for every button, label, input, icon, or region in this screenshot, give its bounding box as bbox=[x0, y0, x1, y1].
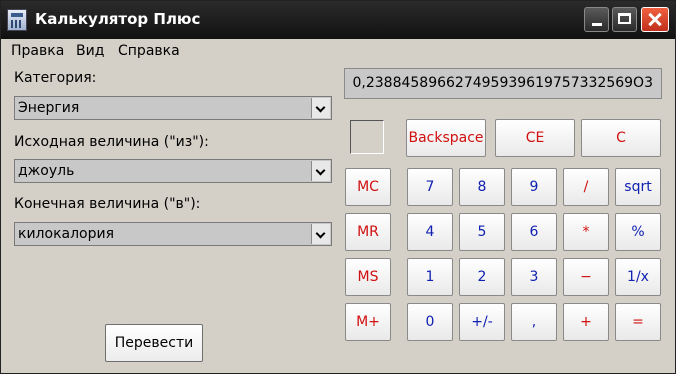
result-display: 0,238845896627495939619757332569O3 bbox=[344, 68, 662, 99]
memory-add-button[interactable]: M+ bbox=[345, 303, 391, 341]
digit-2-button[interactable]: 2 bbox=[459, 258, 505, 296]
calculator-app-icon bbox=[7, 9, 27, 31]
digit-1-button[interactable]: 1 bbox=[407, 258, 453, 296]
memory-recall-button[interactable]: MR bbox=[345, 213, 391, 251]
decimal-button[interactable]: , bbox=[511, 303, 557, 341]
menu-bar: Правка Вид Справка bbox=[1, 39, 675, 63]
convert-button[interactable]: Перевести bbox=[105, 324, 203, 362]
memory-clear-button[interactable]: MC bbox=[345, 168, 391, 206]
chevron-down-icon[interactable] bbox=[311, 224, 330, 244]
calculator-window: Калькулятор Плюс Правка Вид Справка Кате… bbox=[0, 0, 676, 374]
digit-8-button[interactable]: 8 bbox=[459, 168, 505, 206]
close-button[interactable] bbox=[641, 7, 669, 32]
to-unit-label: Конечная величина ("в"): bbox=[14, 196, 201, 212]
to-unit-value: килокалория bbox=[18, 226, 115, 242]
sqrt-button[interactable]: sqrt bbox=[615, 168, 661, 206]
add-button[interactable]: + bbox=[563, 303, 609, 341]
equals-button[interactable]: = bbox=[615, 303, 661, 341]
maximize-button[interactable] bbox=[612, 7, 637, 32]
from-unit-select[interactable]: джоуль bbox=[14, 159, 332, 183]
chevron-down-icon[interactable] bbox=[311, 98, 330, 118]
category-select[interactable]: Энергия bbox=[14, 96, 332, 120]
multiply-button[interactable]: * bbox=[563, 213, 609, 251]
menu-edit[interactable]: Правка bbox=[11, 43, 64, 59]
backspace-button[interactable]: Backspace bbox=[406, 119, 486, 157]
digit-4-button[interactable]: 4 bbox=[407, 213, 453, 251]
clear-entry-button[interactable]: CE bbox=[495, 119, 575, 157]
digit-6-button[interactable]: 6 bbox=[511, 213, 557, 251]
percent-button[interactable]: % bbox=[615, 213, 661, 251]
from-unit-value: джоуль bbox=[18, 163, 75, 179]
menu-view[interactable]: Вид bbox=[76, 43, 104, 59]
from-unit-label: Исходная величина ("из"): bbox=[14, 134, 209, 150]
digit-9-button[interactable]: 9 bbox=[511, 168, 557, 206]
negate-button[interactable]: +/- bbox=[459, 303, 505, 341]
clear-button[interactable]: C bbox=[581, 119, 661, 157]
minimize-button[interactable] bbox=[584, 7, 609, 32]
digit-5-button[interactable]: 5 bbox=[459, 213, 505, 251]
title-bar: Калькулятор Плюс bbox=[1, 1, 675, 39]
chevron-down-icon[interactable] bbox=[311, 161, 330, 181]
digit-0-button[interactable]: 0 bbox=[407, 303, 453, 341]
digit-7-button[interactable]: 7 bbox=[407, 168, 453, 206]
reciprocal-button[interactable]: 1/x bbox=[615, 258, 661, 296]
memory-indicator bbox=[350, 120, 384, 154]
category-value: Энергия bbox=[18, 100, 80, 116]
menu-help[interactable]: Справка bbox=[118, 43, 180, 59]
display-value: 0,238845896627495939619757332569O3 bbox=[352, 75, 653, 91]
digit-3-button[interactable]: 3 bbox=[511, 258, 557, 296]
subtract-button[interactable]: − bbox=[563, 258, 609, 296]
window-title: Калькулятор Плюс bbox=[35, 10, 201, 28]
to-unit-select[interactable]: килокалория bbox=[14, 222, 332, 246]
category-label: Категория: bbox=[14, 70, 97, 86]
memory-store-button[interactable]: MS bbox=[345, 258, 391, 296]
divide-button[interactable]: / bbox=[563, 168, 609, 206]
